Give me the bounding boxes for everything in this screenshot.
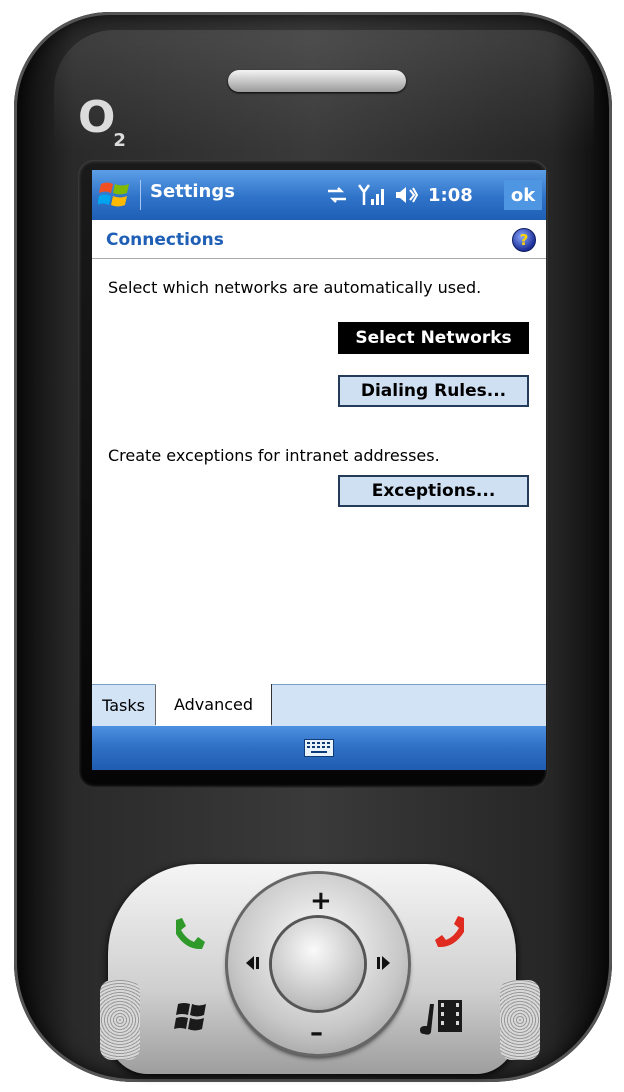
page-header: Connections ? [92, 220, 546, 259]
exceptions-button[interactable]: Exceptions... [338, 475, 529, 507]
media-key-icon[interactable] [416, 996, 466, 1040]
dpad-left-icon[interactable] [244, 954, 264, 972]
networks-description: Select which networks are automatically … [108, 278, 482, 297]
call-icon[interactable] [168, 914, 208, 954]
ok-button[interactable]: ok [504, 180, 542, 210]
dpad-down-label: – [310, 1018, 323, 1048]
volume-icon[interactable] [394, 184, 418, 206]
connectivity-icon[interactable] [326, 185, 348, 205]
page-title: Connections [106, 230, 224, 250]
title-separator [140, 180, 141, 210]
clock[interactable]: 1:08 [428, 185, 473, 206]
brand-logo: O2 [78, 92, 126, 151]
app-title: Settings [150, 181, 235, 202]
status-area: 1:08 [326, 180, 473, 210]
dpad-right-icon[interactable] [372, 954, 392, 972]
speaker-grille-left [100, 980, 140, 1060]
signal-strength-icon[interactable] [358, 183, 384, 207]
windows-start-icon[interactable] [98, 180, 132, 210]
menu-bar [92, 726, 546, 770]
screen: Settings 1:08 ok Connections ? Select wh… [92, 170, 546, 770]
dpad-center-button[interactable] [272, 918, 364, 1010]
dpad-up-label: + [310, 886, 332, 916]
help-icon[interactable]: ? [512, 228, 536, 252]
keyboard-icon[interactable] [304, 739, 334, 757]
earpiece-speaker [228, 70, 406, 92]
select-networks-button[interactable]: Select Networks [338, 322, 529, 354]
tab-tasks[interactable]: Tasks [92, 685, 156, 725]
speaker-grille-right [500, 980, 540, 1060]
end-call-icon[interactable] [432, 912, 472, 952]
title-bar: Settings 1:08 ok [92, 170, 546, 220]
dialing-rules-button[interactable]: Dialing Rules... [338, 375, 529, 407]
start-menu-key-icon[interactable] [172, 1000, 212, 1036]
tab-advanced[interactable]: Advanced [156, 684, 272, 726]
exceptions-description: Create exceptions for intranet addresses… [108, 446, 440, 465]
tab-strip: Tasks Advanced [92, 684, 546, 727]
